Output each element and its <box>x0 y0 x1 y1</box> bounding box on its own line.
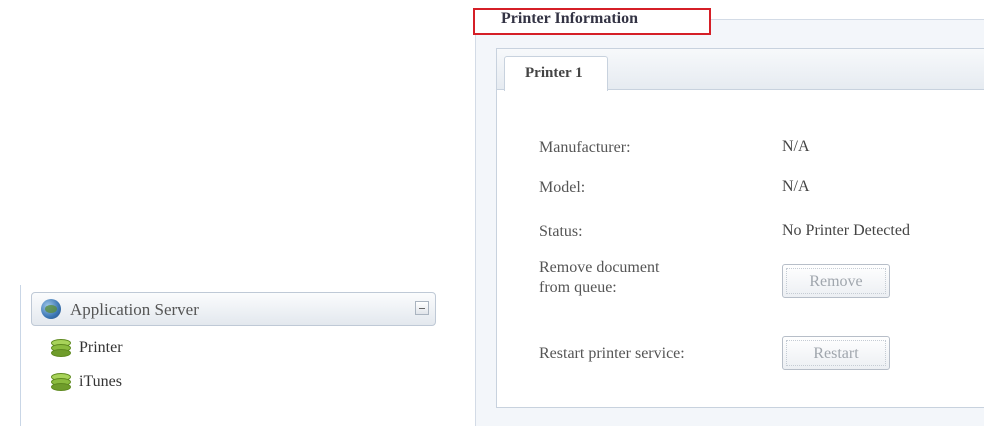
restart-service-label: Restart printer service: <box>539 345 685 362</box>
manufacturer-value: N/A <box>782 138 810 155</box>
collapse-icon[interactable] <box>415 301 429 315</box>
nav-header-title: Application Server <box>70 300 199 319</box>
sidebar-item-label: iTunes <box>79 373 122 390</box>
sidebar-item-printer[interactable]: Printer <box>51 337 251 361</box>
restart-button[interactable]: Restart <box>782 336 890 370</box>
application-server-header[interactable]: Application Server <box>31 292 436 326</box>
printer-tab-area: Printer 1 Manufacturer: N/A Model: N/A S… <box>496 48 984 426</box>
manufacturer-label: Manufacturer: <box>539 139 631 156</box>
stack-icon <box>51 373 71 391</box>
sidebar-item-itunes[interactable]: iTunes <box>51 371 251 395</box>
remove-document-label-line2: from queue: <box>539 279 617 296</box>
globe-icon <box>41 299 61 319</box>
remove-document-label: Remove document from queue: <box>539 258 659 298</box>
tab-label: Printer 1 <box>525 65 583 81</box>
status-value: No Printer Detected <box>782 222 910 239</box>
tab-printer-1[interactable]: Printer 1 <box>504 56 608 91</box>
stack-icon <box>51 339 71 357</box>
printer-information-panel: Printer Information Printer 1 Manufactur… <box>463 0 984 426</box>
model-value: N/A <box>782 178 810 195</box>
model-label: Model: <box>539 179 586 196</box>
status-label: Status: <box>539 223 583 240</box>
navigation-panel: Application Server Printer iTunes <box>20 285 441 426</box>
tab-content: Manufacturer: N/A Model: N/A Status: No … <box>496 90 984 408</box>
remove-button[interactable]: Remove <box>782 264 890 298</box>
printer-information-legend: Printer Information <box>501 10 639 27</box>
remove-document-label-line1: Remove document <box>539 259 660 276</box>
sidebar-item-label: Printer <box>79 339 123 356</box>
